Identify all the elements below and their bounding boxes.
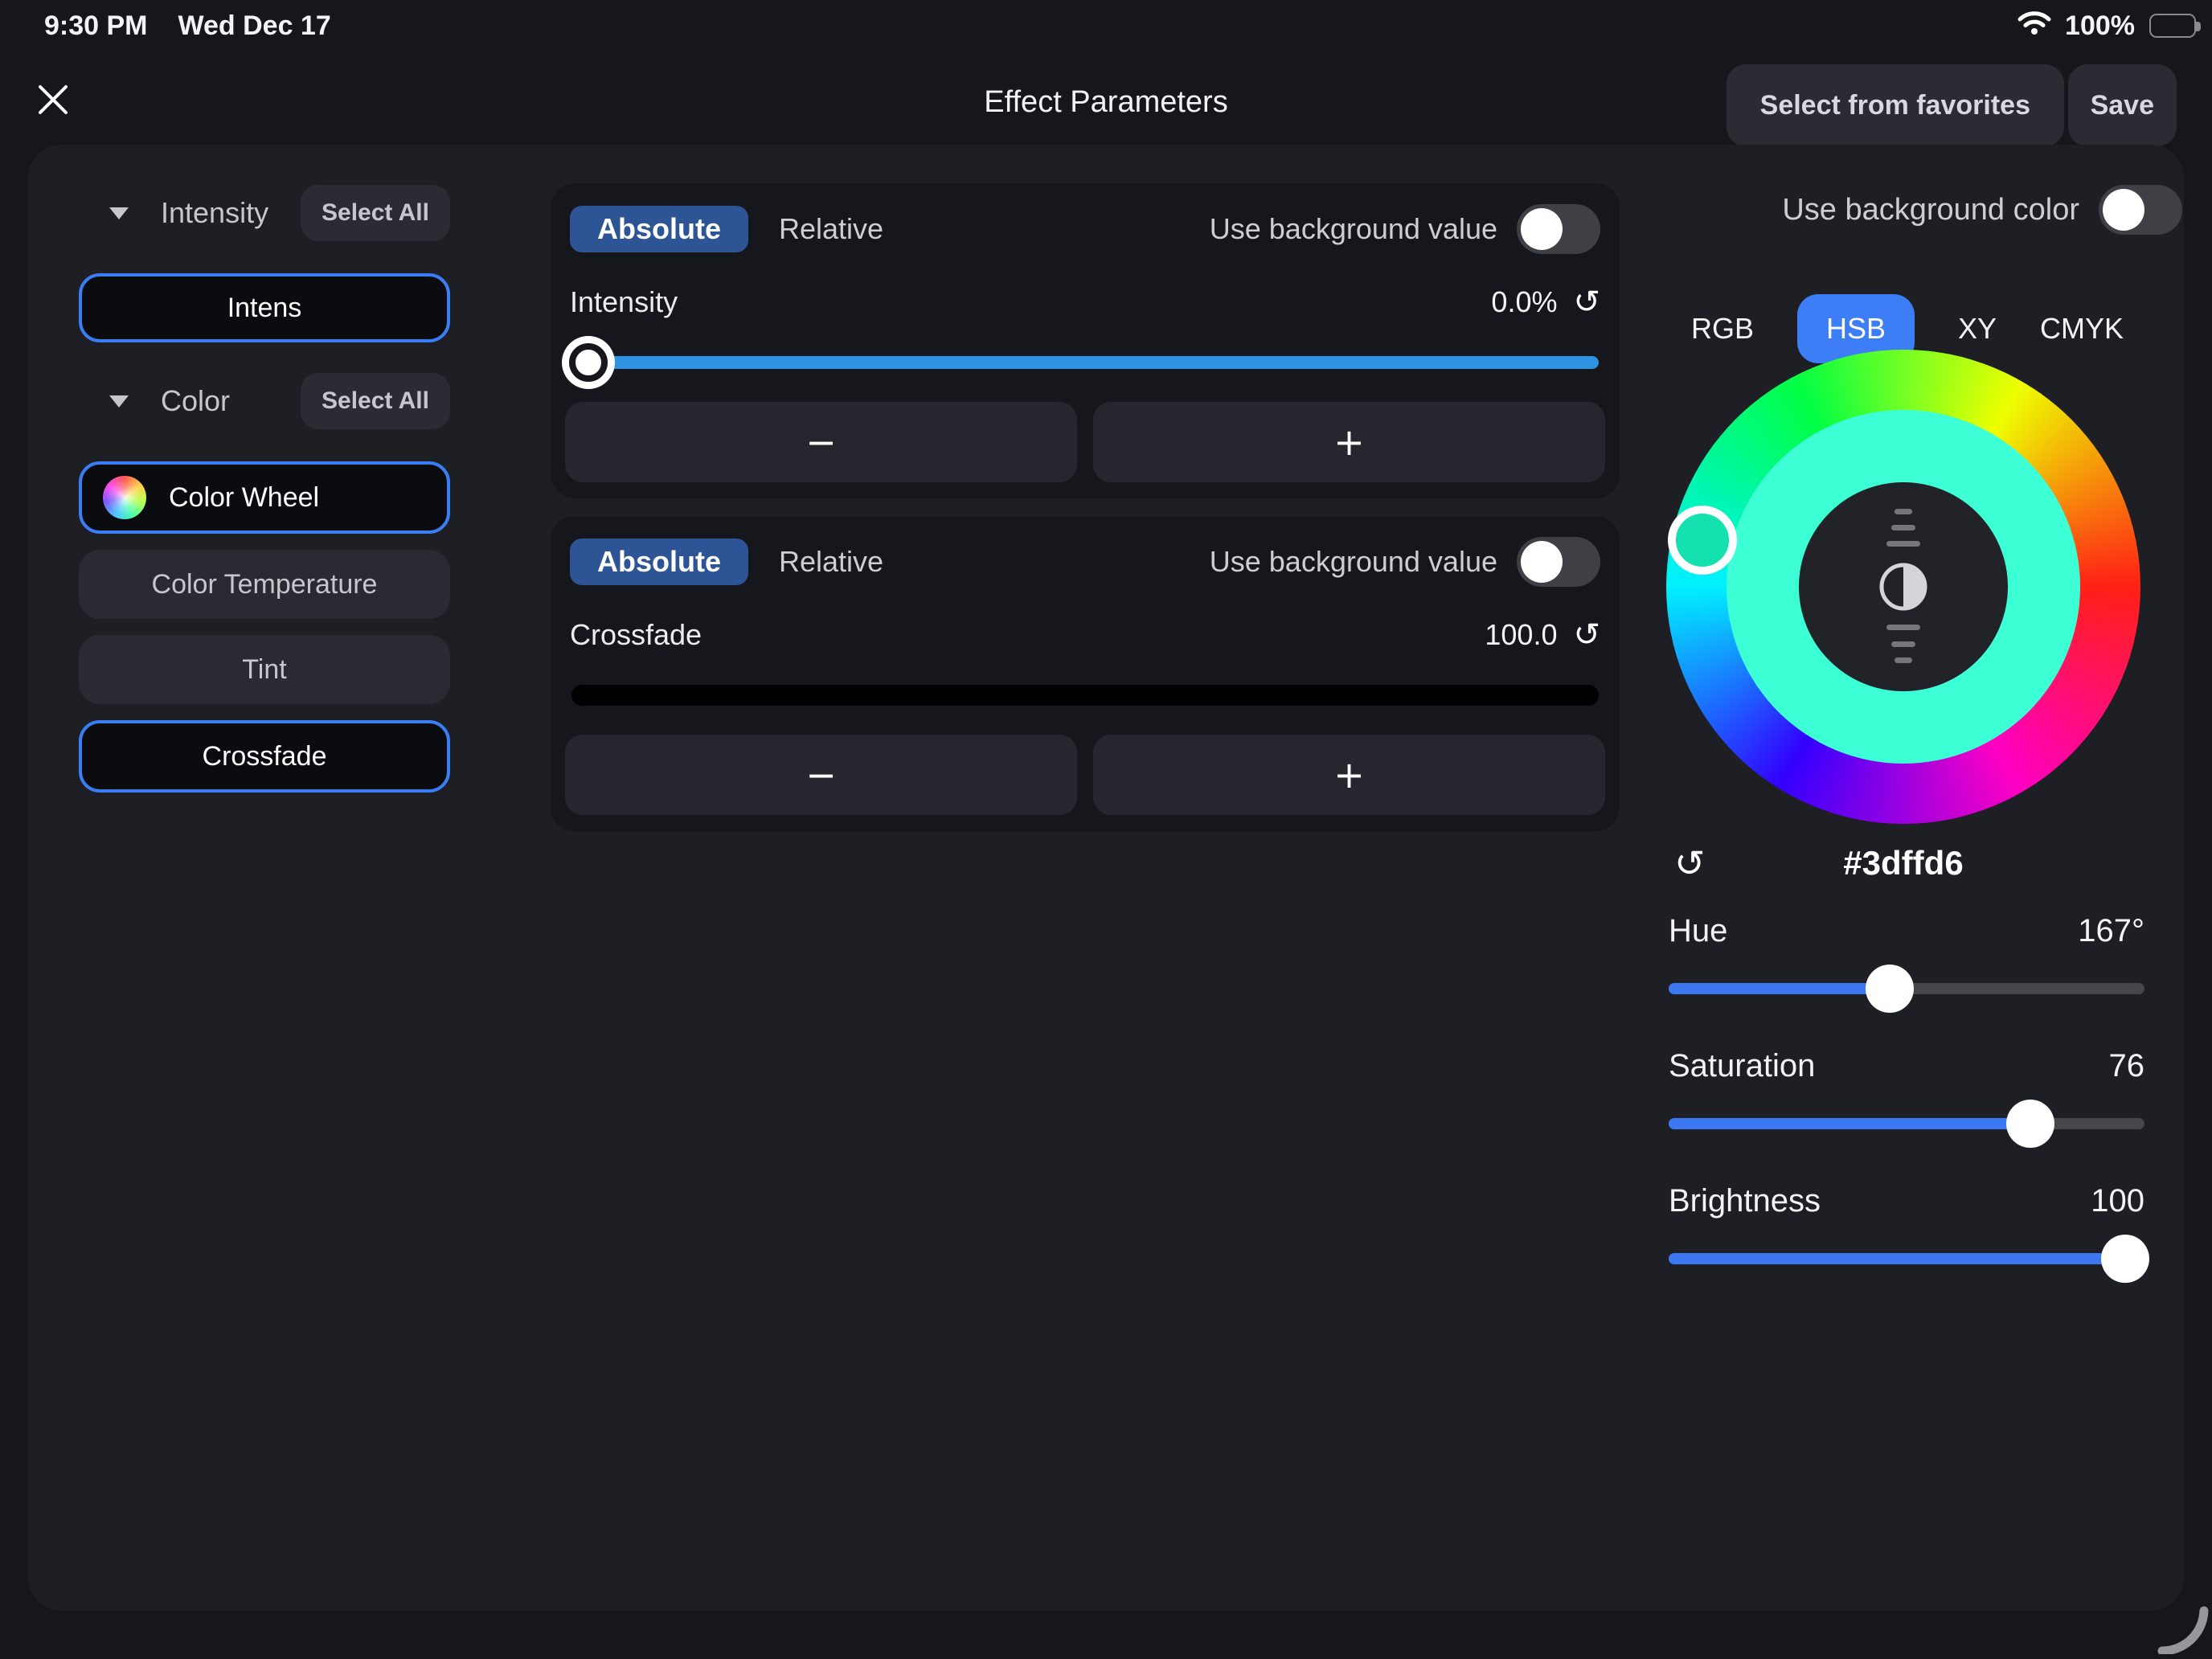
tab-relative[interactable]: Relative (779, 212, 883, 246)
reset-icon[interactable]: ↺ (1573, 619, 1600, 651)
slider-track[interactable] (571, 685, 1599, 706)
tab-absolute[interactable]: Absolute (570, 206, 748, 252)
effect-parameters-panel: Intensity Select All Intens Color Select… (28, 145, 2184, 1611)
toggle-knob (1521, 541, 1563, 583)
slider-thumb[interactable] (2101, 1235, 2149, 1283)
tab-cmyk[interactable]: CMYK (2040, 312, 2124, 346)
sidebar-item-tint[interactable]: Tint (79, 635, 450, 704)
select-all-color-button[interactable]: Select All (301, 373, 450, 429)
slider-fill (1669, 1118, 2030, 1129)
saturation-value: 76 (2109, 1048, 2145, 1084)
chevron-down-icon (109, 395, 129, 408)
parameter-name: Intensity (570, 285, 678, 319)
slider-track[interactable] (1669, 1253, 2144, 1264)
brightness-tick (1891, 641, 1915, 647)
brightness-label: Brightness (1669, 1183, 1821, 1219)
color-wheel-icon (103, 476, 146, 519)
slider-fill (1669, 983, 1890, 994)
intensity-parameter-card: Absolute Relative Use background value I… (551, 183, 1620, 498)
use-background-value-toggle[interactable] (1517, 537, 1600, 587)
decrement-button[interactable]: − (565, 402, 1077, 482)
saturation-slider-block: Saturation 76 (1669, 1045, 2144, 1165)
sidebar-item-color-temperature[interactable]: Color Temperature (79, 550, 450, 619)
battery-icon (2149, 14, 2196, 38)
tab-xy[interactable]: XY (1958, 312, 1997, 346)
hue-label: Hue (1669, 913, 1727, 949)
wheel-footer: ↺ #3dffd6 (1666, 841, 2140, 886)
use-background-color-label: Use background color (1782, 193, 2079, 227)
reset-icon[interactable]: ↺ (1573, 286, 1600, 318)
saturation-slider[interactable] (1669, 1098, 2144, 1149)
parameter-name: Crossfade (570, 618, 702, 652)
toggle-knob (1521, 208, 1563, 250)
hue-slider[interactable] (1669, 963, 2144, 1014)
status-bar: 9:30 PM Wed Dec 17 100% (0, 0, 2212, 47)
header: Effect Parameters Select from favorites … (0, 47, 2212, 151)
group-header-intensity[interactable]: Intensity Select All (79, 185, 450, 241)
select-from-favorites-button[interactable]: Select from favorites (1727, 64, 2064, 146)
brightness-tick (1895, 509, 1912, 514)
slider-thumb[interactable] (1866, 965, 1914, 1013)
sidebar-item-intens[interactable]: Intens (79, 273, 450, 342)
clock: 9:30 PM (44, 10, 148, 42)
parameter-value: 0.0% (1491, 285, 1557, 319)
increment-button[interactable]: + (1093, 735, 1605, 815)
sidebar-item-crossfade[interactable]: Crossfade (79, 720, 450, 793)
wifi-icon (2017, 10, 2052, 43)
slider-thumb[interactable] (562, 336, 615, 389)
intensity-slider[interactable] (571, 336, 1599, 389)
brightness-tick (1886, 625, 1920, 630)
brightness-tick (1886, 541, 1920, 547)
sidebar-item-color-wheel[interactable]: Color Wheel (79, 461, 450, 534)
slider-track[interactable] (1669, 1118, 2144, 1129)
use-background-value-label: Use background value (1210, 545, 1497, 579)
group-header-color[interactable]: Color Select All (79, 373, 450, 429)
brightness-scrubber[interactable] (1878, 562, 1928, 612)
crossfade-parameter-card: Absolute Relative Use background value C… (551, 516, 1620, 831)
color-wheel[interactable] (1666, 350, 2140, 824)
battery-percent: 100% (2065, 10, 2135, 42)
brightness-tick (1895, 657, 1912, 663)
brightness-slider[interactable] (1669, 1233, 2144, 1284)
tab-rgb[interactable]: RGB (1691, 312, 1754, 346)
slider-fill (1669, 1253, 2144, 1264)
saturation-label: Saturation (1669, 1048, 1815, 1084)
crossfade-slider[interactable] (571, 669, 1599, 722)
slider-thumb[interactable] (2006, 1100, 2054, 1148)
parameter-value: 100.0 (1485, 618, 1557, 652)
slider-track[interactable] (571, 356, 1599, 369)
select-all-intensity-button[interactable]: Select All (301, 185, 450, 241)
brightness-slider-block: Brightness 100 (1669, 1180, 2144, 1301)
group-label: Intensity (161, 196, 268, 230)
hue-value: 167° (2078, 913, 2144, 949)
hue-selector-handle[interactable] (1668, 506, 1737, 575)
hue-slider-block: Hue 167° (1669, 910, 2144, 1030)
brightness-value: 100 (2091, 1183, 2144, 1219)
date: Wed Dec 17 (178, 10, 331, 42)
use-background-value-toggle[interactable] (1517, 204, 1600, 254)
toggle-knob (2103, 189, 2144, 231)
sidebar-item-label: Color Wheel (169, 482, 319, 514)
save-button[interactable]: Save (2068, 64, 2177, 146)
use-background-value-label: Use background value (1210, 212, 1497, 246)
brightness-tick (1891, 525, 1915, 530)
decrement-button[interactable]: − (565, 735, 1077, 815)
corner-resize-handle[interactable] (2153, 1598, 2209, 1654)
group-label: Color (161, 384, 230, 418)
increment-button[interactable]: + (1093, 402, 1605, 482)
hex-color-value: #3dffd6 (1666, 841, 2140, 886)
use-background-color-toggle[interactable] (2099, 185, 2182, 235)
chevron-down-icon (109, 207, 129, 219)
use-background-color-row: Use background color (1632, 183, 2182, 236)
tab-absolute[interactable]: Absolute (570, 539, 748, 585)
tab-relative[interactable]: Relative (779, 545, 883, 579)
